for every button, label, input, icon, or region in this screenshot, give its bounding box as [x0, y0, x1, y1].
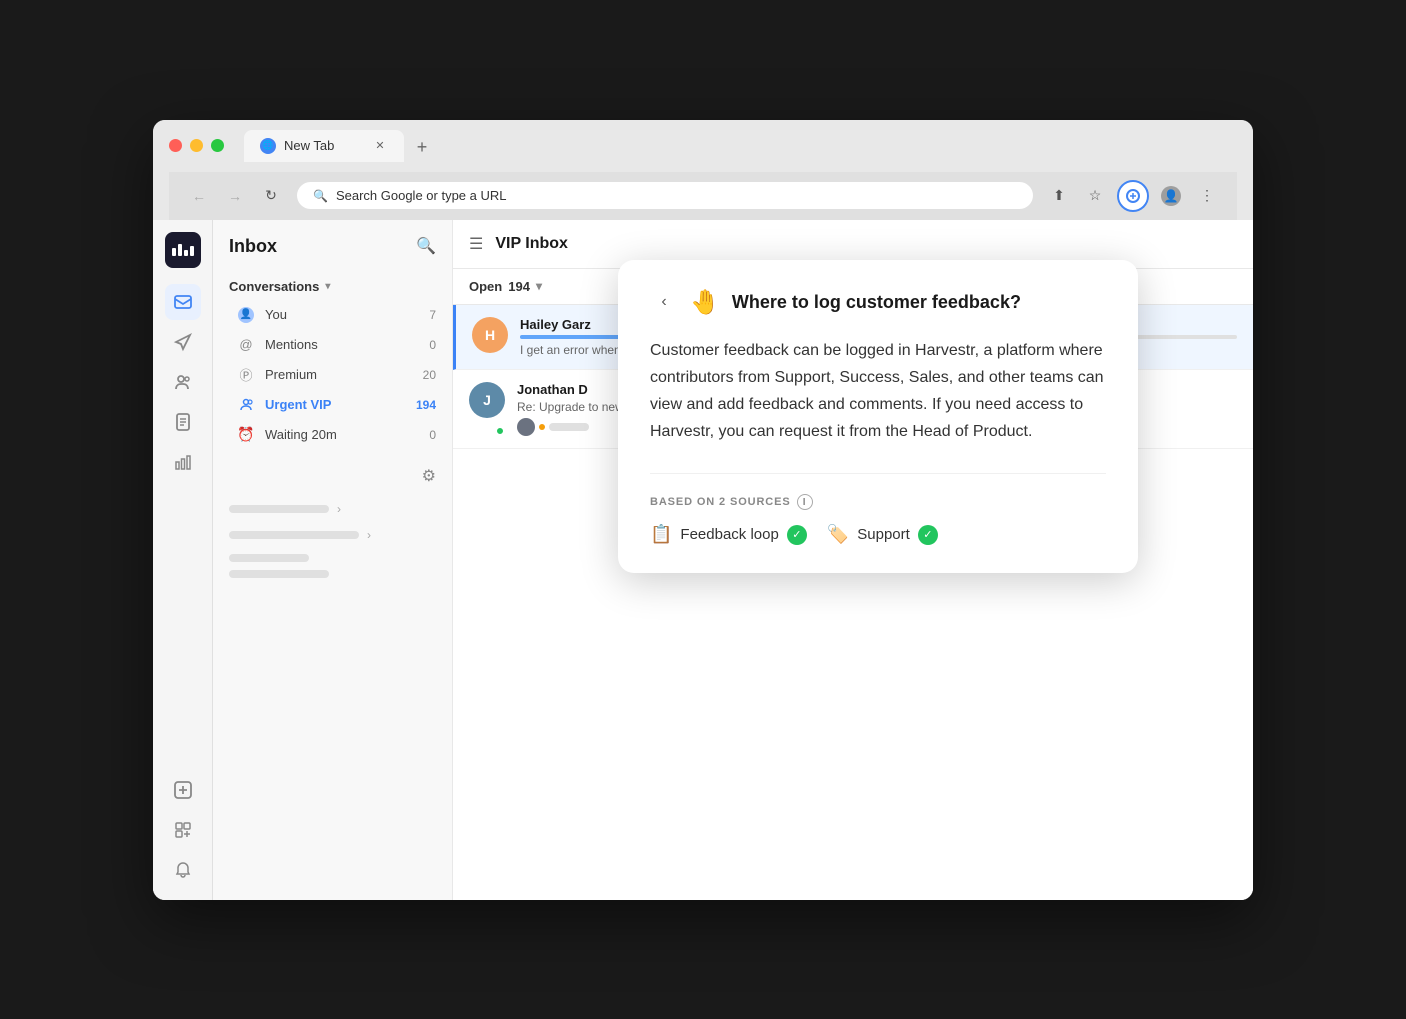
conversations-section: Conversations ▾ 👤 You 7 @ Mentions 0 Ⓟ	[213, 265, 452, 458]
forward-nav-button[interactable]: →	[221, 182, 249, 210]
active-tab[interactable]: 🌐 New Tab ✕	[244, 130, 404, 162]
tab-bar: 🌐 New Tab ✕ +	[244, 130, 436, 162]
mentions-label: Mentions	[265, 337, 318, 352]
conversations-label: Conversations	[229, 279, 319, 294]
avatar-2: J	[469, 382, 505, 418]
sidebar-item-apps[interactable]	[165, 812, 201, 848]
sidebar-item-mentions[interactable]: @ Mentions 0	[213, 330, 452, 360]
you-label: You	[265, 307, 287, 322]
sources-list: 📋 Feedback loop ✓ 🏷️ Support ✓	[650, 524, 1106, 545]
urgent-vip-icon	[237, 396, 255, 414]
share-icon[interactable]: ⬆	[1045, 182, 1073, 210]
menu-icon[interactable]: ⋮	[1193, 182, 1221, 210]
premium-count: 20	[423, 368, 436, 382]
you-count: 7	[429, 308, 436, 322]
conversations-section-header[interactable]: Conversations ▾	[213, 273, 452, 300]
source-check-icon: ✓	[787, 525, 807, 545]
app-container: Inbox 🔍 Conversations ▾ 👤 You 7 @	[153, 220, 1253, 900]
url-bar[interactable]: 🔍 Search Google or type a URL	[297, 182, 1033, 209]
sidebar-search-icon[interactable]: 🔍	[416, 236, 436, 256]
source-feedback-loop[interactable]: 📋 Feedback loop ✓	[650, 524, 807, 545]
chevron-right-icon-2: ›	[367, 528, 371, 542]
bookmark-icon[interactable]: ☆	[1081, 182, 1109, 210]
logo-bars-icon	[172, 244, 194, 256]
knowledge-icon: 🤚	[690, 288, 720, 317]
sidebar-item-reports[interactable]	[165, 444, 201, 480]
info-icon[interactable]: i	[797, 494, 813, 510]
source-check-icon-2: ✓	[918, 525, 938, 545]
sidebar-header: Inbox 🔍	[213, 220, 452, 265]
sidebar-item-premium[interactable]: Ⓟ Premium 20	[213, 360, 452, 390]
sidebar-placeholder-section: › ›	[213, 494, 452, 586]
settings-gear-icon[interactable]: ⚙	[422, 466, 436, 486]
hamburger-icon[interactable]: ☰	[469, 234, 483, 254]
source-feedback-label: Feedback loop	[680, 526, 778, 543]
app-logo	[165, 232, 201, 268]
browser-actions: ⬆ ☆ 👤 ⋮	[1045, 180, 1221, 212]
urgent-vip-label: Urgent VIP	[265, 397, 331, 412]
support-icon: 🏷️	[827, 524, 849, 545]
knowledge-card: ‹ 🤚 Where to log customer feedback? Cust…	[618, 260, 1138, 574]
new-tab-button[interactable]: +	[408, 134, 436, 162]
mentions-icon: @	[237, 336, 255, 354]
premium-label: Premium	[265, 367, 317, 382]
reload-button[interactable]: ↻	[257, 182, 285, 210]
sidebar-item-docs[interactable]	[165, 404, 201, 440]
chevron-right-icon: ›	[337, 502, 341, 516]
waiting-icon: ⏰	[237, 426, 255, 444]
sidebar-item-sent[interactable]	[165, 324, 201, 360]
tab-close-button[interactable]: ✕	[372, 138, 388, 154]
sidebar-title: Inbox	[229, 236, 277, 257]
you-icon: 👤	[237, 306, 255, 324]
back-button[interactable]: ‹	[650, 288, 678, 316]
knowledge-header: ‹ 🤚 Where to log customer feedback?	[650, 288, 1106, 317]
tab-title: New Tab	[284, 138, 334, 153]
urgent-vip-count: 194	[416, 398, 436, 412]
sidebar-item-urgent-vip[interactable]: Urgent VIP 194	[213, 390, 452, 420]
address-bar: ← → ↻ 🔍 Search Google or type a URL ⬆ ☆	[169, 172, 1237, 220]
url-text: Search Google or type a URL	[336, 188, 507, 203]
sidebar-item-compose[interactable]	[165, 772, 201, 808]
sidebar-item-you[interactable]: 👤 You 7	[213, 300, 452, 330]
traffic-lights: 🌐 New Tab ✕ +	[169, 130, 1237, 162]
source-support-label: Support	[857, 526, 910, 543]
minimize-button[interactable]	[190, 139, 203, 152]
sources-label: BASED ON 2 SOURCES i	[650, 494, 1106, 510]
profile-icon[interactable]: 👤	[1157, 182, 1185, 210]
browser-chrome: 🌐 New Tab ✕ + ← → ↻ 🔍 Search Google or t…	[153, 120, 1253, 220]
extension-button[interactable]	[1117, 180, 1149, 212]
chevron-down-icon: ▾	[325, 281, 330, 292]
left-sidebar: Inbox 🔍 Conversations ▾ 👤 You 7 @	[213, 220, 453, 900]
search-icon: 🔍	[313, 189, 328, 203]
source-support[interactable]: 🏷️ Support ✓	[827, 524, 938, 545]
nav-buttons: ← → ↻	[185, 182, 285, 210]
avatar-wrapper-2: J	[469, 382, 505, 436]
open-label: Open	[469, 279, 502, 294]
back-nav-button[interactable]: ←	[185, 182, 213, 210]
sidebar-item-contacts[interactable]	[165, 364, 201, 400]
feedback-loop-icon: 📋	[650, 524, 672, 545]
sidebar-item-inbox[interactable]	[165, 284, 201, 320]
knowledge-panel: ‹ 🤚 Where to log customer feedback? Cust…	[503, 220, 1253, 900]
knowledge-title: Where to log customer feedback?	[732, 292, 1021, 313]
waiting-count: 0	[429, 428, 436, 442]
main-content: ☰ VIP Inbox Open 194 ▾ H Hailey Garz	[453, 220, 1253, 900]
waiting-label: Waiting 20m	[265, 427, 337, 442]
close-button[interactable]	[169, 139, 182, 152]
sources-section: BASED ON 2 SOURCES i 📋 Feedback loop ✓ 🏷…	[650, 473, 1106, 545]
mentions-count: 0	[429, 338, 436, 352]
maximize-button[interactable]	[211, 139, 224, 152]
sidebar-item-waiting[interactable]: ⏰ Waiting 20m 0	[213, 420, 452, 450]
premium-icon: Ⓟ	[237, 366, 255, 384]
tab-favicon: 🌐	[260, 138, 276, 154]
knowledge-body: Customer feedback can be logged in Harve…	[650, 337, 1106, 446]
sidebar-item-notifications[interactable]	[165, 852, 201, 888]
icon-sidebar	[153, 220, 213, 900]
